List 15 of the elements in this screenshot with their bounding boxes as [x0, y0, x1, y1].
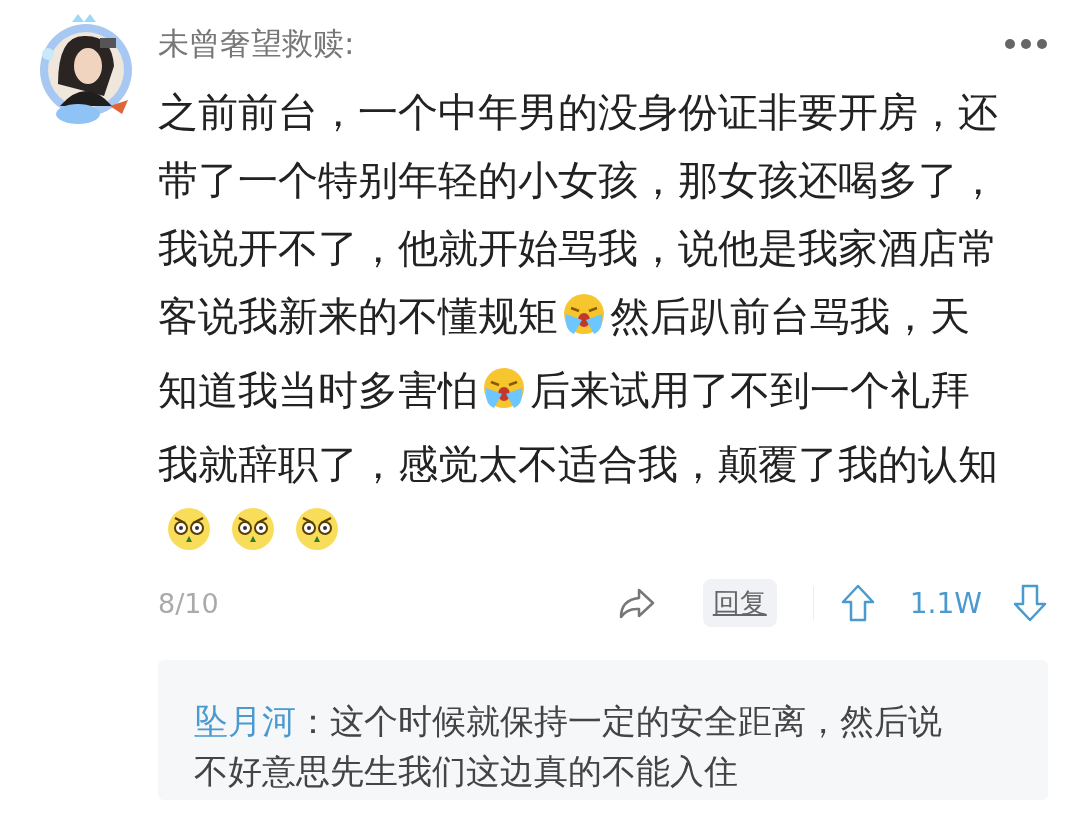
upvote-icon[interactable] — [839, 583, 876, 623]
reply-text: 坠月河：这个时候就保持一定的安全距离，然后说不好意思先生我们这边真的不能入住 — [194, 700, 943, 793]
downvote-icon[interactable] — [1012, 583, 1048, 623]
angry-face-icon — [294, 506, 340, 552]
comment-text: 之前前台，一个中年男的没身份证非要开房，还 带了一个特别年轻的小女孩，那女孩还喝多了， 我说开不了，他就开始骂我，说他是我家酒店常 客说我新来的不懂规矩 然后趴前台骂我，天 知道我当时多害怕 后来试用了不到一个礼拜 我就辞职了，感觉太不适合我，颠覆了我的认知 — [158, 88, 999, 489]
angry-face-icon — [166, 506, 212, 552]
crying-face-icon — [562, 292, 606, 336]
reply-button[interactable]: 回复 — [702, 579, 777, 627]
more-icon[interactable] — [1004, 38, 1048, 50]
reply-author[interactable]: 坠月河 — [194, 701, 296, 741]
comment-position: 8/10 — [158, 587, 220, 619]
angry-face-icon — [230, 506, 276, 552]
crying-face-icon — [482, 366, 526, 410]
username[interactable]: 未曾奢望救赎: — [158, 23, 355, 65]
vote-count: 1.1W — [909, 586, 982, 620]
